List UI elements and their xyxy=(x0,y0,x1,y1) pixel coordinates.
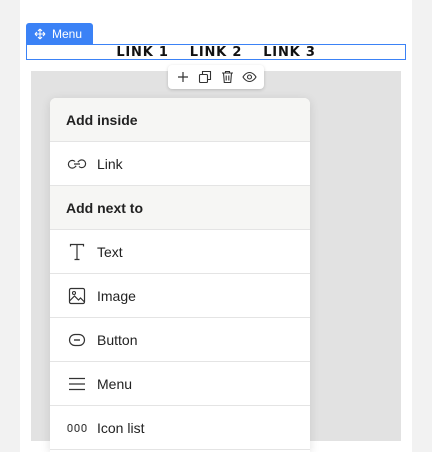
menu-link-1[interactable]: LINK 1 xyxy=(116,45,168,60)
menu-tag-label: Menu xyxy=(52,26,83,41)
add-menu-label: Menu xyxy=(97,375,133,392)
section-add-next-to: Add next to xyxy=(50,186,310,230)
add-icon-list-label: Icon list xyxy=(97,419,145,436)
menu-link-2[interactable]: LINK 2 xyxy=(190,45,242,60)
add-text-item[interactable]: Text xyxy=(50,230,310,274)
add-button-label: Button xyxy=(97,331,138,348)
section-add-inside: Add inside xyxy=(50,98,310,142)
menu-link-3[interactable]: LINK 3 xyxy=(263,45,315,60)
element-toolbar xyxy=(168,65,264,89)
add-image-item[interactable]: Image xyxy=(50,274,310,318)
add-button-item[interactable]: Button xyxy=(50,318,310,362)
add-icon-list-item[interactable]: Icon list xyxy=(50,406,310,450)
add-image-label: Image xyxy=(97,287,136,304)
add-link-item[interactable]: Link xyxy=(50,142,310,186)
image-icon xyxy=(66,285,88,307)
menu-bar[interactable]: LINK 1 LINK 2 LINK 3 xyxy=(26,44,406,60)
button-icon xyxy=(66,329,88,351)
move-icon xyxy=(34,28,46,39)
icon-list-icon xyxy=(66,417,88,439)
menu-icon xyxy=(66,373,88,395)
add-link-label: Link xyxy=(97,155,123,172)
plus-icon[interactable] xyxy=(174,68,192,86)
link-icon xyxy=(66,153,88,175)
add-text-label: Text xyxy=(97,243,123,260)
text-icon xyxy=(66,241,88,263)
trash-icon[interactable] xyxy=(218,68,236,86)
add-element-panel: Add inside Link Add next to Text Image B… xyxy=(50,98,310,452)
menu-element-tag[interactable]: Menu xyxy=(26,23,93,44)
add-menu-item[interactable]: Menu xyxy=(50,362,310,406)
duplicate-icon[interactable] xyxy=(196,68,214,86)
eye-icon[interactable] xyxy=(240,68,258,86)
